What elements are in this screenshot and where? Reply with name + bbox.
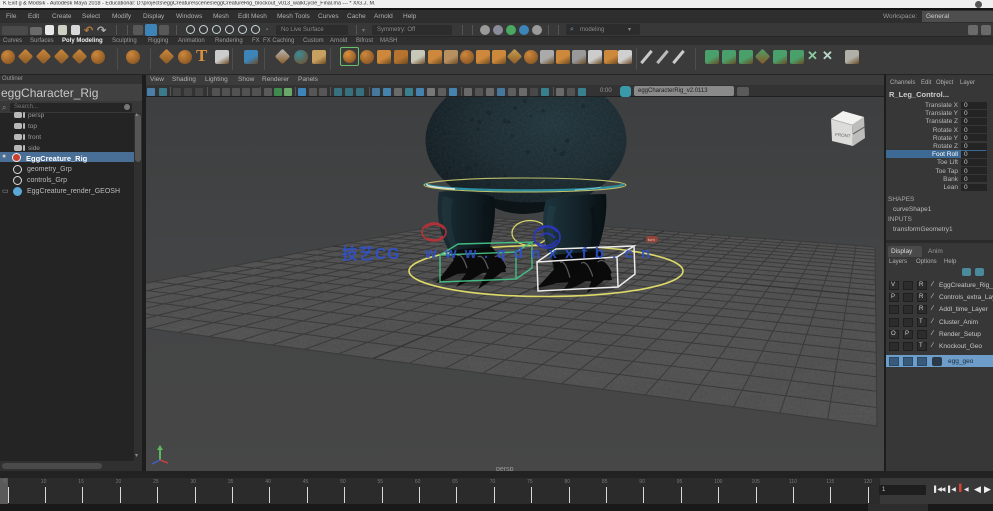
svg-text:turn: turn xyxy=(648,237,655,242)
svg-text:技艺CG: 技艺CG xyxy=(342,244,400,263)
svg-text:www.qdnxxfb.cn: www.qdnxxfb.cn xyxy=(424,245,658,262)
